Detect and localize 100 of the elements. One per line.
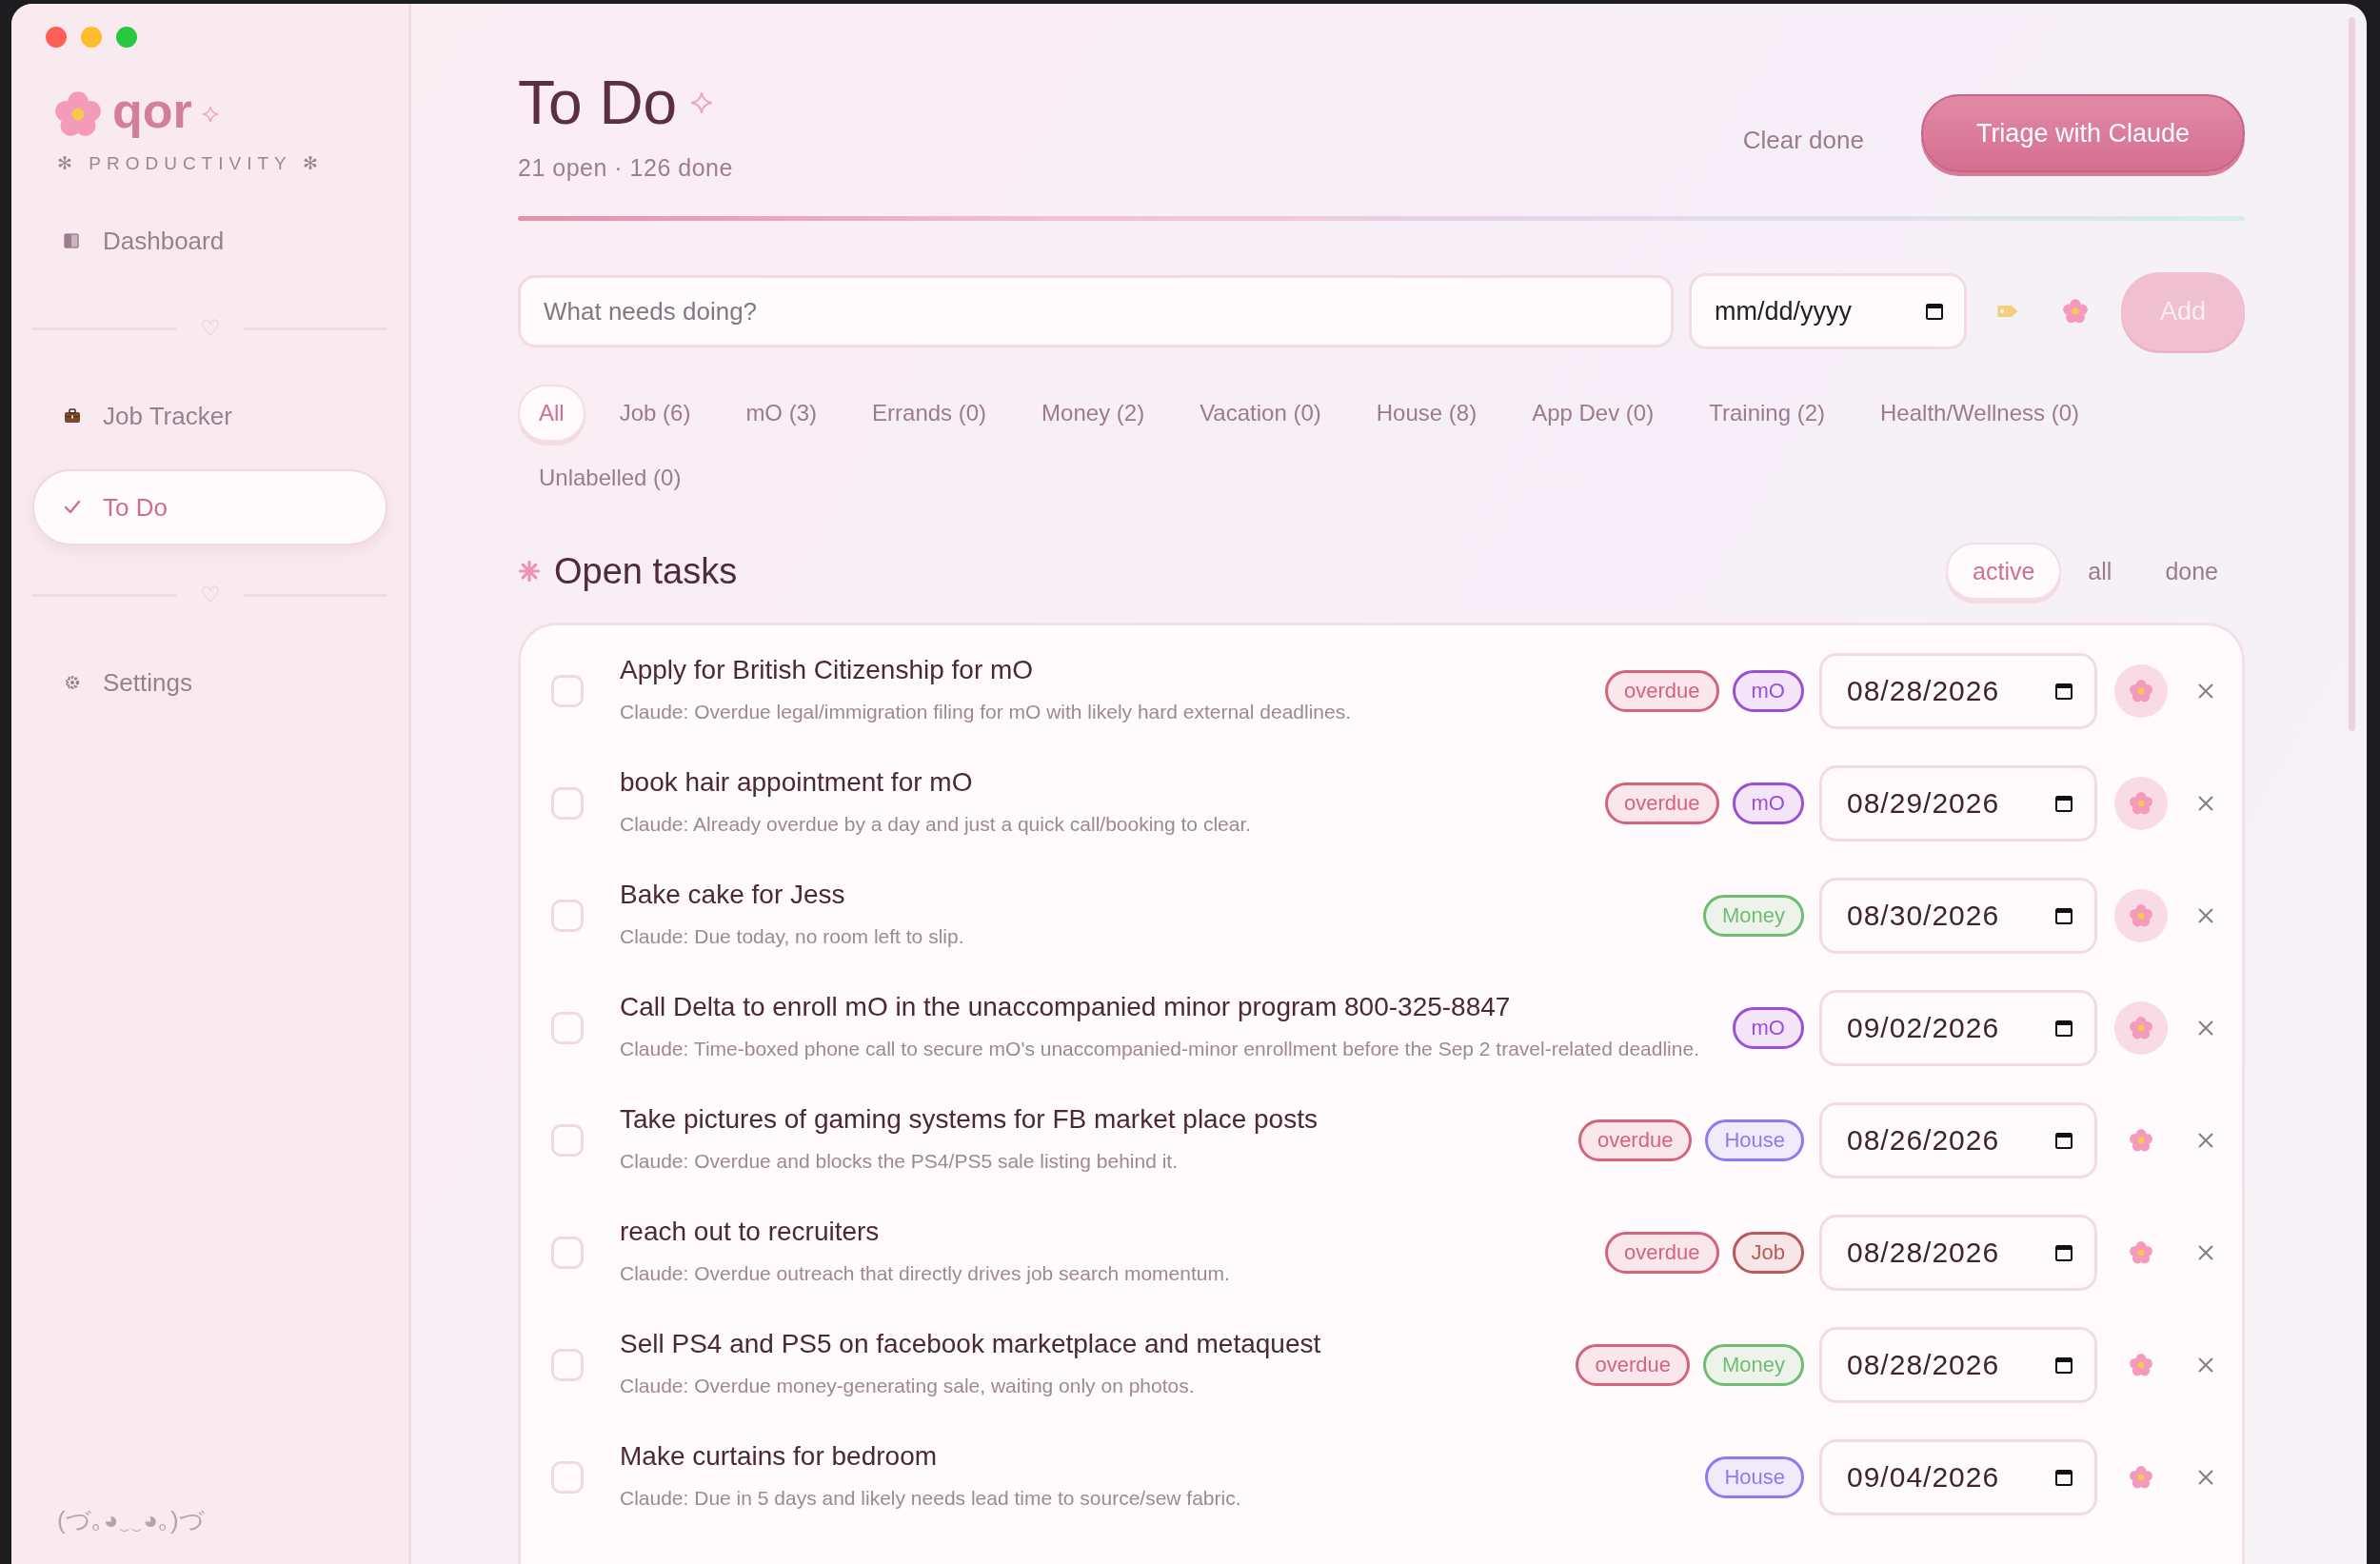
date-field[interactable]: 09/04/2026 <box>1819 1439 2097 1515</box>
close-icon[interactable] <box>2196 682 2215 701</box>
task-checkbox[interactable] <box>551 675 584 707</box>
nav-item[interactable]: Job Tracker <box>32 378 387 454</box>
date-field[interactable]: 09/02/2026 <box>1819 990 2097 1066</box>
task-title: Apply for British Citizenship for mO <box>620 655 1035 686</box>
close-icon[interactable] <box>2196 1019 2215 1038</box>
task-note: Claude: Overdue money-generating sale, waiting only on photos. <box>620 1374 1196 1399</box>
filter-chip[interactable]: Unlabelled (0) <box>518 449 703 506</box>
flower-icon <box>2129 1240 2153 1265</box>
date-field[interactable]: 08/30/2026 <box>1819 878 2097 954</box>
tag-label: mO <box>1732 782 1804 824</box>
close-icon[interactable] <box>2196 794 2215 813</box>
calendar-icon <box>1925 302 1944 321</box>
date-field[interactable]: 08/29/2026 <box>1819 765 2097 841</box>
tag-label: House <box>1705 1119 1804 1161</box>
task-checkbox[interactable] <box>551 900 584 932</box>
calendar-icon <box>2054 682 2073 701</box>
calendar-icon <box>2054 1019 2073 1038</box>
tag-label: mO <box>1732 670 1804 712</box>
tag-label: overdue <box>1576 1344 1690 1386</box>
asterisk-icon <box>518 560 541 583</box>
task-checkbox[interactable] <box>551 1349 584 1381</box>
minimize-button[interactable] <box>81 27 102 48</box>
tag-label: Job <box>1732 1232 1804 1274</box>
tag-label: Money <box>1702 1344 1804 1386</box>
app-name: qor <box>112 86 192 140</box>
task-title: book hair appointment for mO <box>620 767 974 799</box>
calendar-icon <box>2054 1243 2073 1262</box>
filter-chip[interactable]: House (8) <box>1355 385 1498 442</box>
tag-label: overdue <box>1605 670 1719 712</box>
close-icon[interactable] <box>2196 1131 2215 1150</box>
view-toggle[interactable]: all <box>2061 543 2139 600</box>
nav-item[interactable]: Settings <box>32 644 387 721</box>
flower-icon <box>2129 1465 2153 1490</box>
tag-label: overdue <box>1577 1119 1693 1161</box>
filter-chip[interactable]: Money (2) <box>1021 385 1166 442</box>
filter-chip[interactable]: Job (6) <box>598 385 712 442</box>
panel-icon <box>63 231 82 250</box>
flower-icon <box>2129 903 2153 928</box>
flower-icon[interactable] <box>2062 298 2089 325</box>
task-title: Make curtains for bedroom <box>620 1441 939 1473</box>
date-field[interactable]: 08/28/2026 <box>1819 653 2097 729</box>
task-title: Call Delta to enroll mO in the unaccompanied minor program 800-325-8847 <box>620 992 1512 1023</box>
section-title: Open tasks <box>554 550 738 592</box>
flower-button[interactable] <box>2114 777 2168 830</box>
zoom-button[interactable] <box>116 27 137 48</box>
date-field[interactable]: mm/dd/yyyy <box>1689 273 1967 349</box>
heart-mark: ♡ <box>199 582 221 608</box>
nav-item[interactable]: Dashboard <box>32 203 387 279</box>
task-checkbox[interactable] <box>551 1012 584 1044</box>
heart-mark: ♡ <box>199 315 221 342</box>
task-title: Take pictures of gaming systems for FB market place posts <box>620 1104 1319 1136</box>
view-toggle[interactable]: done <box>2138 543 2245 600</box>
flower-icon <box>2129 1353 2153 1377</box>
flower-icon <box>2129 1128 2153 1153</box>
task-note: Claude: Overdue and blocks the PS4/PS5 sale listing behind it. <box>620 1149 1180 1175</box>
flower-button[interactable] <box>2114 664 2168 718</box>
nav-item[interactable]: To Do <box>32 469 387 545</box>
close-icon[interactable] <box>2196 906 2215 925</box>
filter-chip[interactable]: App Dev (0) <box>1511 385 1676 442</box>
page-title: To Do <box>518 72 678 133</box>
task-title: Bake cake for Jess <box>620 880 846 911</box>
flower-logo-icon <box>53 89 103 139</box>
date-field[interactable]: 08/28/2026 <box>1819 1215 2097 1291</box>
flower-button[interactable] <box>2114 889 2168 942</box>
date-field[interactable]: 08/26/2026 <box>1819 1102 2097 1178</box>
task-title: reach out to recruiters <box>620 1217 881 1248</box>
flower-icon <box>2129 679 2153 703</box>
close-icon[interactable] <box>2196 1243 2215 1262</box>
task-note: Claude: Already overdue by a day and just a quick call/booking to clear. <box>620 812 1253 838</box>
flower-icon <box>2129 1016 2153 1040</box>
task-note: Claude: Time-boxed phone call to secure mO's unaccompanied-minor enrollment before the Sep 2 travel-related deadline. <box>620 1037 1700 1062</box>
tag-label: mO <box>1732 1007 1804 1049</box>
calendar-icon <box>2054 906 2073 925</box>
task-input[interactable]: What needs doing? <box>518 275 1674 347</box>
filter-chip[interactable]: mO (3) <box>724 385 839 442</box>
task-checkbox[interactable] <box>551 1461 584 1494</box>
sparkle-icon <box>201 106 219 123</box>
app-tagline: ✻ PRODUCTIVITY ✻ <box>57 152 325 174</box>
filter-chip[interactable]: Errands (0) <box>851 385 1008 442</box>
calendar-icon <box>2054 1468 2073 1487</box>
task-checkbox[interactable] <box>551 787 584 820</box>
task-checkbox[interactable] <box>551 1124 584 1157</box>
date-field[interactable]: 08/28/2026 <box>1819 1327 2097 1403</box>
close-button[interactable] <box>46 27 67 48</box>
filter-chip[interactable]: Vacation (0) <box>1179 385 1342 442</box>
task-checkbox[interactable] <box>551 1237 584 1269</box>
filter-chip[interactable]: Health/Wellness (0) <box>1859 385 2100 442</box>
close-icon[interactable] <box>2196 1356 2215 1375</box>
flower-button[interactable] <box>2114 1001 2168 1055</box>
task-note: Claude: Overdue legal/immigration filing for mO with likely hard external deadlines. <box>620 700 1353 725</box>
clear-done-button[interactable]: Clear done <box>1736 120 1870 161</box>
filter-chip[interactable]: Training (2) <box>1688 385 1847 442</box>
task-note: Claude: Due today, no room left to slip. <box>620 924 965 950</box>
tag-label: Money <box>1702 895 1804 937</box>
close-icon[interactable] <box>2196 1468 2215 1487</box>
briefcase-icon <box>63 406 82 426</box>
task-title: Sell PS4 and PS5 on facebook marketplace and metaquest <box>620 1329 1322 1360</box>
scrollbar[interactable] <box>2349 17 2355 731</box>
